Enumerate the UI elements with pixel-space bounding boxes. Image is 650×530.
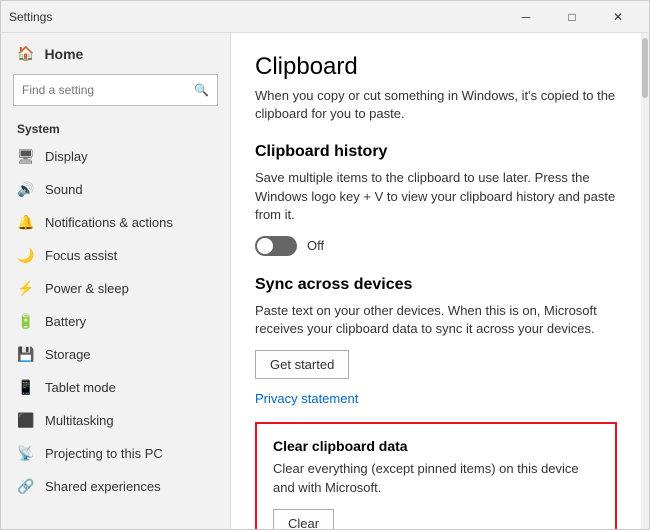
sidebar-item-shared[interactable]: 🔗 Shared experiences [1, 470, 230, 503]
title-bar: Settings ─ □ ✕ [1, 1, 649, 33]
focus-label: Focus assist [45, 248, 117, 263]
sidebar-item-multitasking[interactable]: ⬛ Multitasking [1, 404, 230, 437]
main-panel: Clipboard When you copy or cut something… [231, 33, 649, 529]
power-icon: ⚡ [17, 280, 33, 297]
projecting-icon: 📡 [17, 445, 33, 462]
tablet-icon: 📱 [17, 379, 33, 396]
sidebar-item-storage[interactable]: 💾 Storage [1, 338, 230, 371]
clear-button[interactable]: Clear [273, 509, 334, 529]
search-input[interactable] [22, 83, 194, 97]
search-icon: 🔍 [194, 83, 209, 97]
sidebar-home[interactable]: 🏠 Home [1, 33, 230, 70]
power-label: Power & sleep [45, 281, 129, 296]
main-scrollbar[interactable] [641, 33, 649, 529]
sound-icon: 🔊 [17, 181, 33, 198]
toggle-state-label: Off [307, 238, 324, 253]
storage-label: Storage [45, 347, 91, 362]
focus-icon: 🌙 [17, 247, 33, 264]
section-label: System [1, 114, 230, 140]
sync-desc: Paste text on your other devices. When t… [255, 302, 617, 338]
settings-window: Settings ─ □ ✕ 🏠 Home 🔍 System 🖥 [0, 0, 650, 530]
sidebar: 🏠 Home 🔍 System 🖥 Display 🔊 Sound [1, 33, 231, 529]
shared-label: Shared experiences [45, 479, 161, 494]
clear-section-title: Clear clipboard data [273, 438, 599, 454]
clear-section-desc: Clear everything (except pinned items) o… [273, 460, 599, 496]
clipboard-history-section: Clipboard history Save multiple items to… [255, 143, 617, 256]
main-content: Clipboard When you copy or cut something… [231, 33, 641, 529]
title-bar-controls: ─ □ ✕ [503, 1, 641, 33]
sidebar-item-focus[interactable]: 🌙 Focus assist [1, 239, 230, 272]
battery-icon: 🔋 [17, 313, 33, 330]
sidebar-item-sound[interactable]: 🔊 Sound [1, 173, 230, 206]
title-bar-text: Settings [9, 10, 52, 24]
home-label: Home [44, 46, 83, 62]
sidebar-item-projecting[interactable]: 📡 Projecting to this PC [1, 437, 230, 470]
page-description: When you copy or cut something in Window… [255, 87, 617, 123]
storage-icon: 💾 [17, 346, 33, 363]
toggle-knob [257, 238, 273, 254]
home-icon: 🏠 [17, 45, 34, 62]
battery-label: Battery [45, 314, 86, 329]
close-button[interactable]: ✕ [595, 1, 641, 33]
content-area: 🏠 Home 🔍 System 🖥 Display 🔊 Sound [1, 33, 649, 529]
sync-section: Sync across devices Paste text on your o… [255, 276, 617, 406]
page-title: Clipboard [255, 53, 617, 81]
sidebar-item-notifications[interactable]: 🔔 Notifications & actions [1, 206, 230, 239]
search-box[interactable]: 🔍 [13, 74, 218, 106]
get-started-button[interactable]: Get started [255, 350, 349, 379]
minimize-button[interactable]: ─ [503, 1, 549, 33]
display-icon: 🖥 [17, 148, 33, 165]
sound-label: Sound [45, 182, 83, 197]
multitasking-label: Multitasking [45, 413, 114, 428]
sidebar-item-tablet[interactable]: 📱 Tablet mode [1, 371, 230, 404]
clipboard-history-desc: Save multiple items to the clipboard to … [255, 169, 617, 224]
tablet-label: Tablet mode [45, 380, 116, 395]
clipboard-history-toggle[interactable] [255, 236, 297, 256]
sidebar-item-battery[interactable]: 🔋 Battery [1, 305, 230, 338]
shared-icon: 🔗 [17, 478, 33, 495]
clipboard-history-title: Clipboard history [255, 143, 617, 161]
privacy-statement-link[interactable]: Privacy statement [255, 391, 617, 406]
notifications-icon: 🔔 [17, 214, 33, 231]
multitasking-icon: ⬛ [17, 412, 33, 429]
clipboard-toggle-row: Off [255, 236, 617, 256]
sync-title: Sync across devices [255, 276, 617, 294]
notifications-label: Notifications & actions [45, 215, 173, 230]
display-label: Display [45, 149, 88, 164]
main-scroll-thumb [642, 38, 648, 98]
clear-clipboard-section: Clear clipboard data Clear everything (e… [255, 422, 617, 529]
projecting-label: Projecting to this PC [45, 446, 163, 461]
sidebar-item-display[interactable]: 🖥 Display [1, 140, 230, 173]
maximize-button[interactable]: □ [549, 1, 595, 33]
nav-items-list: 🖥 Display 🔊 Sound 🔔 Notifications & acti… [1, 140, 230, 529]
sidebar-item-power[interactable]: ⚡ Power & sleep [1, 272, 230, 305]
